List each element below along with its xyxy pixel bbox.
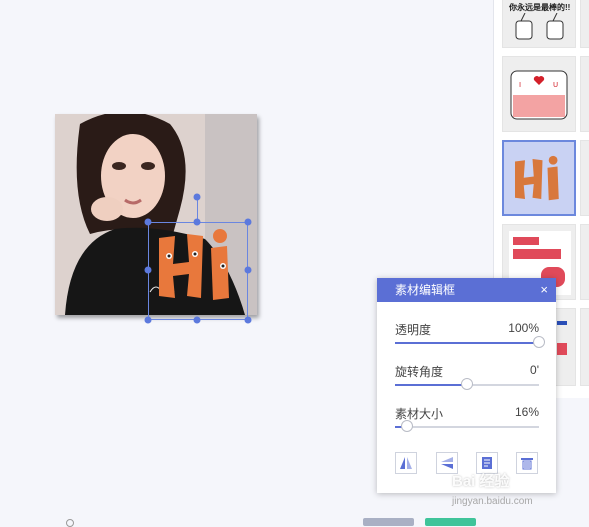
rotation-slider-fill — [395, 384, 467, 386]
sticker-i-love-u[interactable]: I U — [502, 56, 576, 132]
size-label: 素材大小 — [395, 407, 444, 421]
baidu-jingyan-watermark: Bai 经验 — [452, 473, 510, 490]
rotation-value: 0' — [530, 363, 539, 377]
watermark-url: jingyan.baidu.com — [452, 496, 533, 507]
editor-title: 素材编辑框 — [395, 283, 456, 297]
delete-icon — [521, 458, 533, 470]
resize-handle-left[interactable] — [144, 266, 152, 274]
hi-icon — [515, 155, 559, 201]
secondary-button[interactable] — [363, 518, 414, 526]
opacity-slider-knob[interactable] — [533, 336, 545, 348]
copy-layer-icon — [482, 457, 492, 469]
sticker-hi[interactable] — [502, 140, 576, 216]
svg-text:U: U — [553, 81, 558, 89]
flip-vertical-icon — [441, 457, 453, 469]
resize-handle-bottom-right[interactable] — [244, 316, 252, 324]
sticker-editor-dialog: 素材编辑框 × 透明度 100% 旋转角度 0' 素材大小 16% — [377, 278, 556, 493]
bottom-radio[interactable] — [66, 519, 74, 527]
delete-button[interactable] — [516, 452, 538, 474]
sticker-partial-4[interactable] — [580, 224, 589, 300]
resize-handle-top[interactable] — [193, 218, 201, 226]
resize-handle-top-right[interactable] — [244, 218, 252, 226]
resize-handle-bottom[interactable] — [193, 316, 201, 324]
sticker-partial-2[interactable] — [580, 56, 589, 132]
flip-horizontal-icon — [400, 457, 412, 469]
resize-handle-top-left[interactable] — [144, 218, 152, 226]
sticker-row5-icon — [557, 321, 567, 355]
size-value: 16% — [514, 405, 539, 419]
svg-text:I: I — [519, 81, 521, 89]
opacity-value: 100% — [508, 321, 539, 335]
size-slider-knob[interactable] — [400, 420, 413, 432]
sticker-selection-box[interactable] — [148, 222, 248, 320]
resize-handle-bottom-left[interactable] — [144, 316, 152, 324]
rotation-slider-knob[interactable] — [461, 378, 473, 390]
editor-header: 素材编辑框 × — [377, 278, 556, 302]
thumbs-up-icon — [515, 13, 564, 40]
rotation-slider[interactable] — [395, 378, 539, 390]
i-love-u-icon: I U — [510, 70, 568, 120]
rotate-handle[interactable] — [193, 193, 201, 201]
sticker-partial-3[interactable] — [580, 140, 589, 216]
rotation-label: 旋转角度 — [395, 365, 444, 379]
opacity-label: 透明度 — [395, 323, 432, 337]
flip-horizontal-button[interactable] — [395, 452, 417, 474]
primary-button[interactable] — [425, 518, 476, 526]
sticker-thumbs-up[interactable]: 你永远是最棒的!! — [502, 0, 576, 48]
sticker-partial-1[interactable] — [580, 0, 589, 48]
sticker-thumbs-up-text: 你永远是最棒的!! — [509, 3, 571, 12]
opacity-slider[interactable] — [395, 336, 545, 348]
resize-handle-right[interactable] — [244, 266, 252, 274]
sticker-partial-5[interactable] — [580, 308, 589, 386]
size-slider[interactable] — [395, 420, 539, 432]
close-icon[interactable]: × — [540, 278, 548, 302]
opacity-slider-fill — [395, 342, 539, 344]
